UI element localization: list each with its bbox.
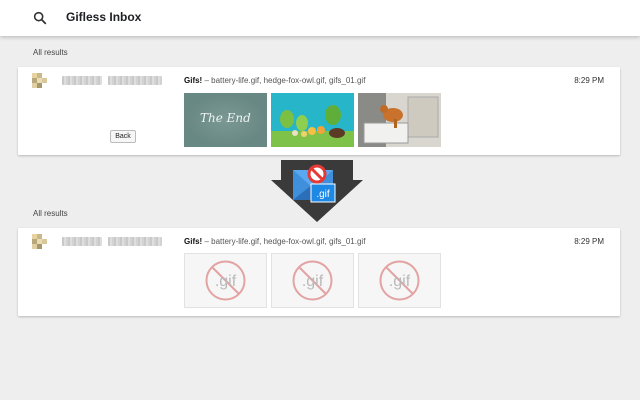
top-bar: Gifless Inbox: [0, 0, 640, 36]
gif-thumbnail[interactable]: [271, 93, 354, 147]
gif-thumbnail[interactable]: The End: [184, 93, 267, 147]
no-gif-icon: .gif: [205, 260, 246, 301]
cat-kitchen-image: [358, 93, 441, 147]
gifless-arrow-logo: .gif: [271, 160, 363, 222]
placeholder-label: .gif: [389, 273, 411, 290]
logo-gif-text: .gif: [316, 189, 330, 200]
email-subject: Gifs! – battery-life.gif, hedge-fox-owl.…: [184, 237, 365, 246]
search-icon[interactable]: [32, 10, 48, 26]
sender-name: [62, 237, 162, 246]
no-entry-icon: [307, 164, 327, 184]
placeholder-label: .gif: [215, 273, 237, 290]
search-input[interactable]: Gifless Inbox: [66, 10, 141, 24]
placeholder-label: .gif: [302, 273, 324, 290]
search-box[interactable]: Gifless Inbox: [18, 4, 622, 32]
avatar: [32, 234, 47, 250]
email-time: 8:29 PM: [574, 76, 604, 85]
no-gif-icon: .gif: [379, 260, 420, 301]
section-label: All results: [33, 48, 68, 57]
gif-placeholder[interactable]: .gif: [271, 253, 354, 308]
email-card[interactable]: Gifs! – battery-life.gif, hedge-fox-owl.…: [18, 228, 620, 316]
email-card[interactable]: Gifs! – battery-life.gif, hedge-fox-owl.…: [18, 67, 620, 155]
back-button[interactable]: Back: [110, 130, 136, 143]
subject-attachments: – battery-life.gif, hedge-fox-owl.gif, g…: [202, 237, 366, 246]
section-label: All results: [33, 209, 68, 218]
avatar: [32, 73, 47, 89]
email-subject: Gifs! – battery-life.gif, hedge-fox-owl.…: [184, 76, 365, 85]
gif-placeholder[interactable]: .gif: [358, 253, 441, 308]
gif-placeholder[interactable]: .gif: [184, 253, 267, 308]
no-gif-icon: .gif: [292, 260, 333, 301]
sender-name: [62, 76, 162, 85]
subject-title: Gifs!: [184, 237, 203, 246]
subject-title: Gifs!: [184, 76, 203, 85]
email-time: 8:29 PM: [574, 237, 604, 246]
subject-attachments: – battery-life.gif, hedge-fox-owl.gif, g…: [202, 76, 366, 85]
thumbnail-caption: The End: [200, 111, 251, 125]
gif-thumbnail[interactable]: [358, 93, 441, 147]
hedgehog-scene-image: [271, 93, 354, 147]
